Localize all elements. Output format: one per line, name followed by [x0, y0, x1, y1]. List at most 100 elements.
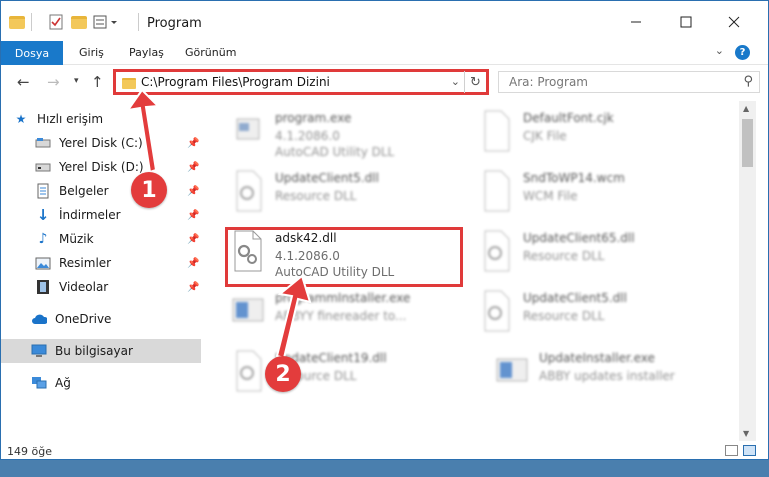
sidebar-item-label: İndirmeler — [59, 208, 121, 222]
customize-toolbar-icon[interactable] — [93, 13, 121, 31]
network-icon — [31, 376, 47, 390]
file-item[interactable]: program.exe 4.1.2086.0 AutoCAD Utility D… — [211, 105, 451, 163]
scroll-up-icon[interactable]: ▲ — [743, 104, 749, 113]
refresh-icon[interactable]: ↻ — [464, 71, 486, 93]
file-name: UpdateClient5.dll — [523, 291, 627, 305]
close-button[interactable] — [724, 12, 744, 32]
download-icon: ↓ — [36, 206, 50, 224]
search-input[interactable]: Ara: Program — [509, 75, 588, 89]
properties-icon[interactable] — [49, 13, 63, 31]
blank-file-icon — [479, 109, 513, 153]
dll-file-icon — [479, 229, 513, 273]
up-icon[interactable]: ↑ — [91, 73, 104, 91]
file-item[interactable]: SndToWP14.wcm WCM File — [459, 165, 699, 223]
tab-file[interactable]: Dosya — [1, 41, 63, 65]
file-type: Resource DLL — [523, 309, 605, 323]
star-icon: ★ — [15, 112, 27, 126]
pin-icon[interactable]: 📌 — [187, 186, 199, 197]
sidebar-item-network[interactable]: Ağ — [1, 371, 201, 395]
file-item[interactable]: DefaultFont.cjk CJK File — [459, 105, 699, 163]
minimize-button[interactable] — [626, 12, 646, 32]
music-icon: ♪ — [38, 231, 48, 247]
forward-icon[interactable]: → — [47, 73, 60, 91]
ribbon: Dosya Giriş Paylaş Görünüm ⌄ ? — [1, 41, 768, 65]
sidebar-item-quick-access[interactable]: ★ Hızlı erişim — [1, 107, 201, 131]
file-type: CJK File — [523, 129, 567, 143]
address-bar[interactable]: C:\Program Files\Program Dizini ⌄ ↻ — [113, 69, 489, 95]
title-sep — [31, 13, 32, 31]
vertical-scrollbar[interactable]: ▲ ▼ — [739, 101, 756, 441]
drive-icon — [35, 160, 51, 174]
details-view-icon[interactable] — [725, 445, 738, 456]
drive-icon — [35, 136, 51, 150]
file-type: Resource DLL — [523, 249, 605, 263]
scroll-thumb[interactable] — [742, 119, 753, 167]
sidebar-item-label: Ağ — [55, 376, 71, 390]
sidebar-item-downloads[interactable]: ↓ İndirmeler 📌 — [1, 203, 201, 227]
documents-icon — [35, 183, 51, 199]
pictures-icon — [35, 256, 51, 270]
tab-view[interactable]: Görünüm — [185, 46, 236, 59]
sidebar-item-label: Hızlı erişim — [37, 112, 104, 126]
sidebar-item-this-pc[interactable]: Bu bilgisayar — [1, 339, 201, 363]
title-sep2 — [138, 13, 139, 31]
recent-locations-icon[interactable]: ▾ — [74, 76, 79, 86]
dll-file-icon — [479, 289, 513, 333]
pin-icon[interactable]: 📌 — [187, 258, 199, 269]
back-icon[interactable]: ← — [17, 73, 30, 91]
sidebar-item-local-disk-d[interactable]: Yerel Disk (D:) 📌 — [1, 155, 201, 179]
file-item[interactable]: UpdateClient65.dll Resource DLL — [459, 225, 699, 283]
tab-share[interactable]: Paylaş — [129, 46, 164, 59]
sidebar-item-music[interactable]: ♪ Müzik 📌 — [1, 227, 201, 251]
new-folder-icon[interactable] — [71, 13, 87, 31]
address-path[interactable]: C:\Program Files\Program Dizini — [141, 75, 330, 89]
pin-icon[interactable]: 📌 — [187, 234, 199, 245]
tab-home[interactable]: Giriş — [79, 46, 104, 59]
file-name: DefaultFont.cjk — [523, 111, 614, 125]
sidebar-item-label: Videolar — [59, 280, 109, 294]
file-description: ABBYY finereader to... — [275, 309, 407, 323]
title-folder-icon — [9, 13, 25, 31]
scroll-down-icon[interactable]: ▼ — [743, 429, 749, 438]
file-item[interactable]: UpdateClient5.dll Resource DLL — [459, 285, 699, 343]
maximize-button[interactable] — [676, 12, 696, 32]
sidebar-item-label: Müzik — [59, 232, 94, 246]
sidebar-item-label: Yerel Disk (D:) — [59, 160, 144, 174]
dll-file-icon — [231, 349, 265, 393]
file-name: UpdateClient5.dll — [275, 171, 379, 185]
sidebar-item-label: Resimler — [59, 256, 112, 270]
sidebar-item-local-disk-c[interactable]: Yerel Disk (C:) 📌 — [1, 131, 201, 155]
address-folder-icon — [122, 78, 136, 89]
pin-icon[interactable]: 📌 — [187, 210, 199, 221]
navigation-pane: ★ Hızlı erişim Yerel Disk (C:) 📌 Yerel D… — [1, 101, 201, 441]
sidebar-item-documents[interactable]: Belgeler 📌 — [1, 179, 201, 203]
file-item[interactable]: UpdateClient19.dll Resource DLL — [211, 345, 451, 403]
search-box[interactable]: Ara: Program ⚲ — [498, 71, 760, 93]
help-icon[interactable]: ? — [735, 45, 750, 60]
file-type: Resource DLL — [275, 189, 357, 203]
pin-icon[interactable]: 📌 — [187, 282, 199, 293]
step-2-badge: 2 — [265, 356, 301, 392]
sidebar-item-label: OneDrive — [55, 312, 112, 326]
search-icon[interactable]: ⚲ — [743, 74, 753, 89]
installer-icon — [231, 289, 265, 333]
sidebar-item-onedrive[interactable]: OneDrive — [1, 307, 201, 331]
file-item[interactable]: UpdateClient5.dll Resource DLL — [211, 165, 451, 223]
pin-icon[interactable]: 📌 — [187, 162, 199, 173]
exe-file-icon — [231, 109, 265, 153]
sidebar-item-label: Bu bilgisayar — [55, 344, 133, 358]
sidebar-item-videos[interactable]: Videolar 📌 — [1, 275, 201, 299]
status-bar: 149 öğe — [1, 441, 768, 459]
file-name: UpdateClient65.dll — [523, 231, 635, 245]
ribbon-expand-icon[interactable]: ⌄ — [715, 44, 724, 57]
item-count: 149 öğe — [7, 445, 52, 458]
address-dropdown-icon[interactable]: ⌄ — [451, 75, 460, 88]
file-item[interactable]: UpdateInstaller.exe ABBY updates install… — [475, 345, 715, 403]
sidebar-item-pictures[interactable]: Resimler 📌 — [1, 251, 201, 275]
file-description: ABBY updates installer — [539, 369, 675, 383]
large-icons-view-icon[interactable] — [743, 445, 756, 456]
file-item[interactable]: programmInstaller.exe ABBYY finereader t… — [211, 285, 451, 343]
pin-icon[interactable]: 📌 — [187, 138, 199, 149]
window-title: Program — [147, 16, 202, 31]
navigation-bar: ← → ▾ ↑ C:\Program Files\Program Dizini … — [1, 65, 768, 100]
